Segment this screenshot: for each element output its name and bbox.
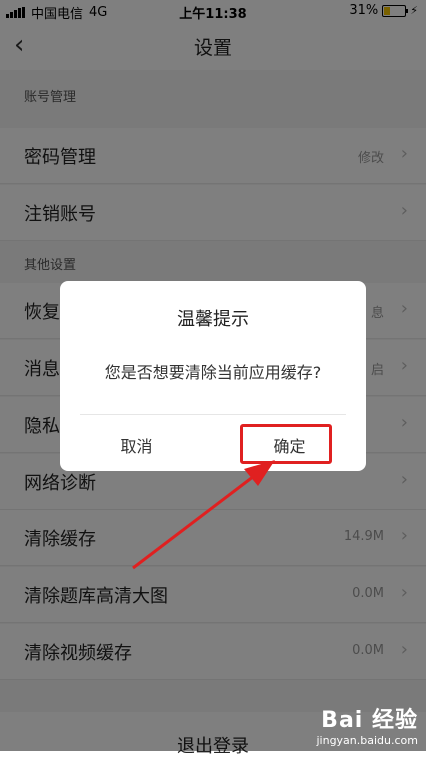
watermark-site: jingyan.baidu.com — [316, 734, 418, 747]
watermark-logo: Bai 经验 jingyan.baidu.com — [316, 702, 418, 747]
annotation-arrow — [132, 460, 275, 570]
watermark-brand: Bai 经验 — [321, 708, 418, 733]
